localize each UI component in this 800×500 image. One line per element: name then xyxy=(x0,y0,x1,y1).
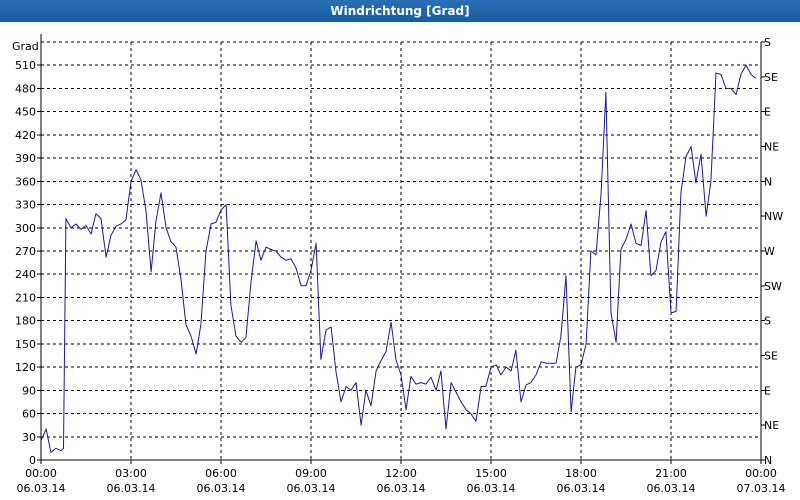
x-tick-time: 12:00 xyxy=(385,467,417,480)
x-tick-time: 18:00 xyxy=(565,467,597,480)
y-tick-label: 90 xyxy=(22,384,36,397)
right-axis-label: E xyxy=(764,106,771,119)
x-tick-date: 06.03.14 xyxy=(377,482,426,495)
x-tick-date: 06.03.14 xyxy=(467,482,516,495)
y-tick-label: 510 xyxy=(15,59,36,72)
right-axis-label: S xyxy=(764,315,771,328)
x-tick-date: 06.03.14 xyxy=(17,482,66,495)
wind-direction-chart: Grad 0 30 60 90 120 150 180 210 240 270 300 330 360 3… xyxy=(12,34,786,495)
x-tick-date: 06.03.14 xyxy=(287,482,336,495)
right-axis-label: SW xyxy=(764,280,782,293)
right-axis-label: N xyxy=(764,454,772,467)
y-tick-label: 150 xyxy=(15,338,36,351)
y-tick-label: 30 xyxy=(22,431,36,444)
y-tick-label: 60 xyxy=(22,408,36,421)
right-axis-label: N xyxy=(764,175,772,188)
y-tick-label: 0 xyxy=(29,454,36,467)
y-tick-label: 360 xyxy=(15,175,36,188)
y-tick-label: 240 xyxy=(15,268,36,281)
y-tick-label: 330 xyxy=(15,199,36,212)
right-axis-label: E xyxy=(764,384,771,397)
x-tick-time: 15:00 xyxy=(475,467,507,480)
x-tick-date: 06.03.14 xyxy=(557,482,606,495)
y-tick-label: 210 xyxy=(15,291,36,304)
right-axis-label: NE xyxy=(764,141,779,154)
x-tick-time: 06:00 xyxy=(205,467,237,480)
chart-title-bar: Windrichtung [Grad] xyxy=(0,0,800,22)
y-tick-label: 480 xyxy=(15,82,36,95)
right-axis-label: W xyxy=(764,245,775,258)
y-tick-label: 120 xyxy=(15,361,36,374)
y-tick-label: 300 xyxy=(15,222,36,235)
x-tick-date: 06.03.14 xyxy=(647,482,696,495)
wind-direction-series-line xyxy=(40,64,757,453)
x-tick-time: 09:00 xyxy=(295,467,327,480)
x-tick-time: 03:00 xyxy=(115,467,147,480)
x-tick-date: 07.03.14 xyxy=(737,482,786,495)
y-axis-label: Grad xyxy=(12,40,39,53)
y-tick-label: 450 xyxy=(15,106,36,119)
right-axis-label: SE xyxy=(764,350,778,363)
y-tick-label: 270 xyxy=(15,245,36,258)
x-tick-time: 00:00 xyxy=(745,467,777,480)
y-tick-label: 420 xyxy=(15,129,36,142)
x-tick-time: 21:00 xyxy=(655,467,687,480)
right-axis-label: NW xyxy=(764,210,783,223)
right-axis-label: S xyxy=(764,36,771,49)
x-tick-time: 00:00 xyxy=(25,467,57,480)
right-axis-label: SE xyxy=(764,71,778,84)
right-axis-label: NE xyxy=(764,419,779,432)
chart-title: Windrichtung [Grad] xyxy=(330,4,470,18)
x-tick-date: 06.03.14 xyxy=(107,482,156,495)
y-tick-label: 390 xyxy=(15,152,36,165)
x-tick-date: 06.03.14 xyxy=(197,482,246,495)
y-tick-label: 180 xyxy=(15,315,36,328)
series-layer xyxy=(40,64,757,453)
